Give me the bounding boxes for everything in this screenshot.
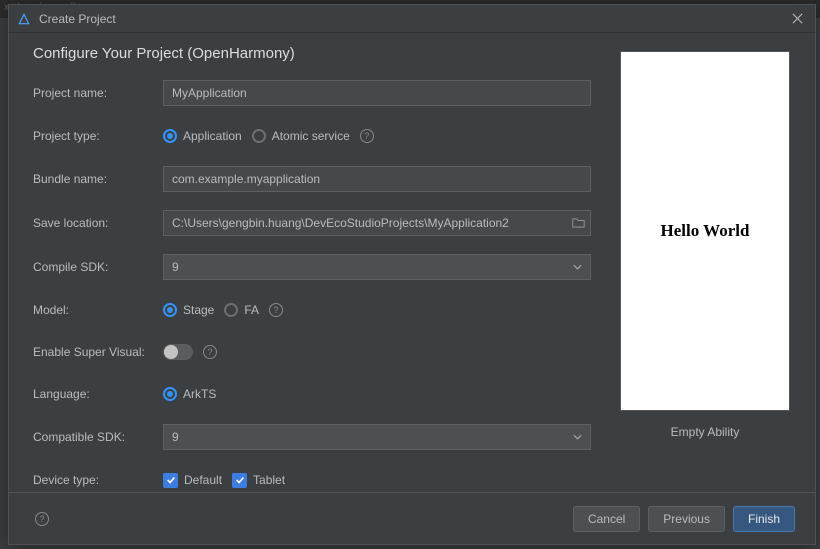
finish-button[interactable]: Finish <box>733 506 795 532</box>
dialog-footer: ? Cancel Previous Finish <box>9 492 815 544</box>
radio-dot-icon <box>224 303 238 317</box>
label-compatible-sdk: Compatible SDK: <box>33 430 163 444</box>
help-icon[interactable]: ? <box>203 345 217 359</box>
dialog-content: Configure Your Project (OpenHarmony) Pro… <box>9 33 815 492</box>
radio-fa-label: FA <box>244 303 259 317</box>
help-icon[interactable]: ? <box>360 129 374 143</box>
checkbox-check-icon <box>163 473 178 488</box>
window-title: Create Project <box>39 12 787 26</box>
preview-device: Hello World <box>620 51 790 411</box>
radio-dot-icon <box>163 129 177 143</box>
row-enable-super-visual: Enable Super Visual: ? <box>33 340 591 364</box>
compatible-sdk-value: 9 <box>172 430 179 444</box>
radio-atomic-label: Atomic service <box>272 129 350 143</box>
footer-help-icon[interactable]: ? <box>35 512 49 526</box>
radio-arkts[interactable]: ArkTS <box>163 387 216 401</box>
chevron-down-icon <box>573 434 582 440</box>
row-device-type: Device type: Default Tablet <box>33 468 591 492</box>
radio-dot-icon <box>252 129 266 143</box>
checkbox-default[interactable]: Default <box>163 473 222 488</box>
label-project-name: Project name: <box>33 86 163 100</box>
create-project-dialog: Create Project Configure Your Project (O… <box>8 4 816 545</box>
checkbox-tablet[interactable]: Tablet <box>232 473 285 488</box>
radio-application[interactable]: Application <box>163 129 242 143</box>
row-compatible-sdk: Compatible SDK: 9 <box>33 424 591 450</box>
app-logo-icon <box>17 12 31 26</box>
label-bundle-name: Bundle name: <box>33 172 163 186</box>
form-column: Configure Your Project (OpenHarmony) Pro… <box>33 45 591 492</box>
row-language: Language: ArkTS <box>33 382 591 406</box>
preview-text: Hello World <box>661 221 750 241</box>
label-device-type: Device type: <box>33 473 163 487</box>
row-compile-sdk: Compile SDK: 9 <box>33 254 591 280</box>
row-bundle-name: Bundle name: <box>33 166 591 192</box>
enable-super-visual-toggle[interactable] <box>163 344 193 360</box>
close-button[interactable] <box>787 9 807 29</box>
save-location-input[interactable] <box>163 210 591 236</box>
titlebar: Create Project <box>9 5 815 33</box>
bundle-name-input[interactable] <box>163 166 591 192</box>
compile-sdk-value: 9 <box>172 260 179 274</box>
label-enable-super-visual: Enable Super Visual: <box>33 345 163 359</box>
folder-browse-icon[interactable] <box>572 217 585 230</box>
checkbox-default-label: Default <box>184 473 222 487</box>
compatible-sdk-select[interactable]: 9 <box>163 424 591 450</box>
compile-sdk-select[interactable]: 9 <box>163 254 591 280</box>
help-icon[interactable]: ? <box>269 303 283 317</box>
label-save-location: Save location: <box>33 216 163 230</box>
label-compile-sdk: Compile SDK: <box>33 260 163 274</box>
radio-application-label: Application <box>183 129 242 143</box>
row-model: Model: Stage FA ? <box>33 298 591 322</box>
radio-stage-label: Stage <box>183 303 214 317</box>
project-name-input[interactable] <box>163 80 591 106</box>
label-project-type: Project type: <box>33 129 163 143</box>
row-save-location: Save location: <box>33 210 591 236</box>
radio-arkts-label: ArkTS <box>183 387 216 401</box>
row-project-name: Project name: <box>33 80 591 106</box>
previous-button[interactable]: Previous <box>648 506 725 532</box>
radio-dot-icon <box>163 303 177 317</box>
preview-caption: Empty Ability <box>671 425 740 439</box>
page-heading: Configure Your Project (OpenHarmony) <box>33 45 591 62</box>
chevron-down-icon <box>573 264 582 270</box>
radio-dot-icon <box>163 387 177 401</box>
label-model: Model: <box>33 303 163 317</box>
preview-column: Hello World Empty Ability <box>615 45 795 492</box>
cancel-button[interactable]: Cancel <box>573 506 640 532</box>
radio-atomic-service[interactable]: Atomic service <box>252 129 350 143</box>
label-language: Language: <box>33 387 163 401</box>
checkbox-check-icon <box>232 473 247 488</box>
checkbox-tablet-label: Tablet <box>253 473 285 487</box>
row-project-type: Project type: Application Atomic service… <box>33 124 591 148</box>
radio-fa[interactable]: FA <box>224 303 259 317</box>
radio-stage[interactable]: Stage <box>163 303 214 317</box>
